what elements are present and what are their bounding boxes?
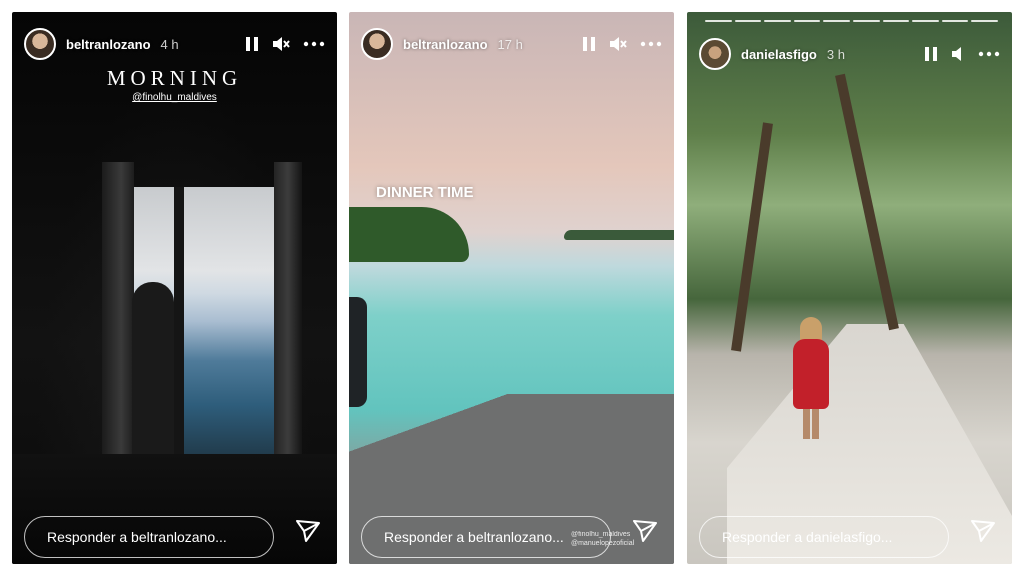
woman-in-red-dress [793,317,829,439]
username[interactable]: beltranlozano [403,37,488,52]
person-silhouette [132,282,174,467]
story-progress-bar [705,20,998,22]
story-panel-3[interactable]: danielasfigo 3 h Responder a danielasfig… [687,12,1012,564]
story-header: danielasfigo 3 h [699,34,1000,74]
username[interactable]: danielasfigo [741,47,817,62]
palm-trunk [731,122,773,352]
pause-icon[interactable] [924,46,938,62]
island-right [564,230,674,240]
story-panel-2[interactable]: DINNER TIME beltranlozano 17 h @finolhu_… [349,12,674,564]
speaker-muted-icon[interactable] [608,35,628,53]
boat-mirror [349,297,367,407]
timestamp: 17 h [497,36,523,52]
more-options-icon[interactable] [978,51,1000,57]
avatar[interactable] [361,28,393,60]
avatar[interactable] [24,28,56,60]
pause-icon[interactable] [245,36,259,52]
username[interactable]: beltranlozano [66,37,151,52]
timestamp: 3 h [826,46,845,62]
door-frame [174,187,184,467]
story-header: beltranlozano 17 h [361,24,662,64]
speaker-muted-icon[interactable] [271,35,291,53]
curtain-left [102,162,134,472]
timestamp: 4 h [160,36,179,52]
reply-input[interactable]: Responder a beltranlozano... [361,516,611,558]
reply-input[interactable]: Responder a beltranlozano... [24,516,274,558]
send-icon[interactable] [295,519,321,548]
palm-trunk [835,73,899,331]
more-options-icon[interactable] [303,41,325,47]
mention-sticker[interactable]: @finolhu_maldives [12,92,337,103]
speaker-icon[interactable] [950,45,966,63]
curtain-right [274,162,302,472]
story-caption: DINNER TIME [376,184,474,201]
send-icon[interactable] [970,519,996,548]
story-header: beltranlozano 4 h [24,24,325,64]
more-options-icon[interactable] [640,41,662,47]
overlay-title: MORNING [106,66,243,90]
send-icon[interactable] [632,519,658,548]
avatar[interactable] [699,38,731,70]
story-panel-1[interactable]: beltranlozano 4 h MORNING @finolhu_maldi… [12,12,337,564]
island-left [349,207,469,262]
pause-icon[interactable] [582,36,596,52]
reply-input[interactable]: Responder a danielasfigo... [699,516,949,558]
